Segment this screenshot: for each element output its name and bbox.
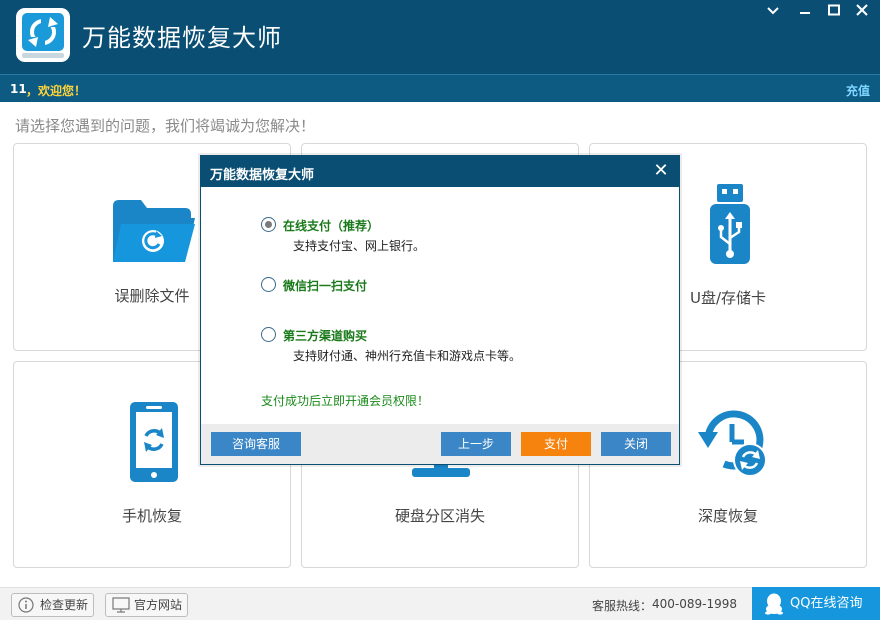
option-title: 在线支付（推荐） [283,219,380,233]
info-icon [18,597,34,613]
radio-online-pay[interactable] [261,217,276,232]
phone-restore-icon [130,402,178,482]
check-update-label: 检查更新 [40,598,89,612]
minimize-icon[interactable] [794,4,816,22]
dialog-title: 万能数据恢复大师 [210,168,315,183]
clock-restore-icon [698,410,767,477]
check-update-button[interactable]: 检查更新 [11,593,94,617]
usb-drive-icon [710,184,750,264]
option-online-pay[interactable]: 在线支付（推荐） 支持支付宝、网上银行。 [261,217,521,257]
welcome-text: ，欢迎您！ [26,84,87,98]
user-id: 11 [10,82,27,96]
radio-wechat-pay[interactable] [261,277,276,292]
option-desc: 支持支付宝、网上银行。 [293,239,426,253]
app-logo-icon [16,8,70,62]
card-label: 手机恢复 [121,507,182,525]
folder-restore-icon [113,200,195,262]
title-bar: 万能数据恢复大师 [0,0,880,74]
qq-consult-label: QQ在线咨询 [790,596,863,611]
close-icon[interactable] [851,4,873,22]
option-title: 微信扫一扫支付 [283,279,368,293]
user-bar: 11 ，欢迎您！ 充值 [0,74,880,102]
dialog-note: 支付成功后立即开通会员权限！ [261,394,430,408]
dialog-close-icon[interactable]: ✕ [651,160,671,182]
dialog-title-bar: 万能数据恢复大师 ✕ [201,156,679,187]
dialog-footer: 咨询客服 上一步 支付 关闭 [201,424,679,464]
card-label: 硬盘分区消失 [394,507,485,525]
app-title: 万能数据恢复大师 [82,24,282,52]
qq-penguin-icon [765,593,783,615]
recharge-link[interactable]: 充值 [846,82,870,99]
consult-service-button[interactable]: 咨询客服 [211,432,301,456]
hotline-label: 客服热线： [592,599,653,613]
close-button[interactable]: 关闭 [601,432,671,456]
pay-button[interactable]: 支付 [521,432,591,456]
maximize-icon[interactable] [823,4,845,22]
option-desc: 支持财付通、神州行充值卡和游戏点卡等。 [293,349,522,363]
option-wechat-pay[interactable]: 微信扫一扫支付 [261,277,521,297]
chevron-down-icon[interactable] [762,4,784,22]
prev-step-button[interactable]: 上一步 [441,432,511,456]
radio-third-party[interactable] [261,327,276,342]
card-label: 深度恢复 [697,507,758,525]
monitor-icon [112,597,130,613]
page-prompt: 请选择您遇到的问题，我们将竭诚为您解决！ [15,117,316,135]
option-title: 第三方渠道购买 [283,329,368,343]
status-bar: 检查更新 官方网站 客服热线： 400-089-1998 [0,587,880,620]
hotline-number: 400-089-1998 [652,597,738,611]
official-site-button[interactable]: 官方网站 [105,593,188,617]
qq-consult-button[interactable]: QQ在线咨询 [752,587,880,620]
official-site-label: 官方网站 [134,598,183,612]
option-third-party[interactable]: 第三方渠道购买 支持财付通、神州行充值卡和游戏点卡等。 [261,327,561,367]
payment-dialog: 万能数据恢复大师 ✕ 在线支付（推荐） 支持支付宝、网上银行。 微信扫一扫支付 … [200,155,680,465]
